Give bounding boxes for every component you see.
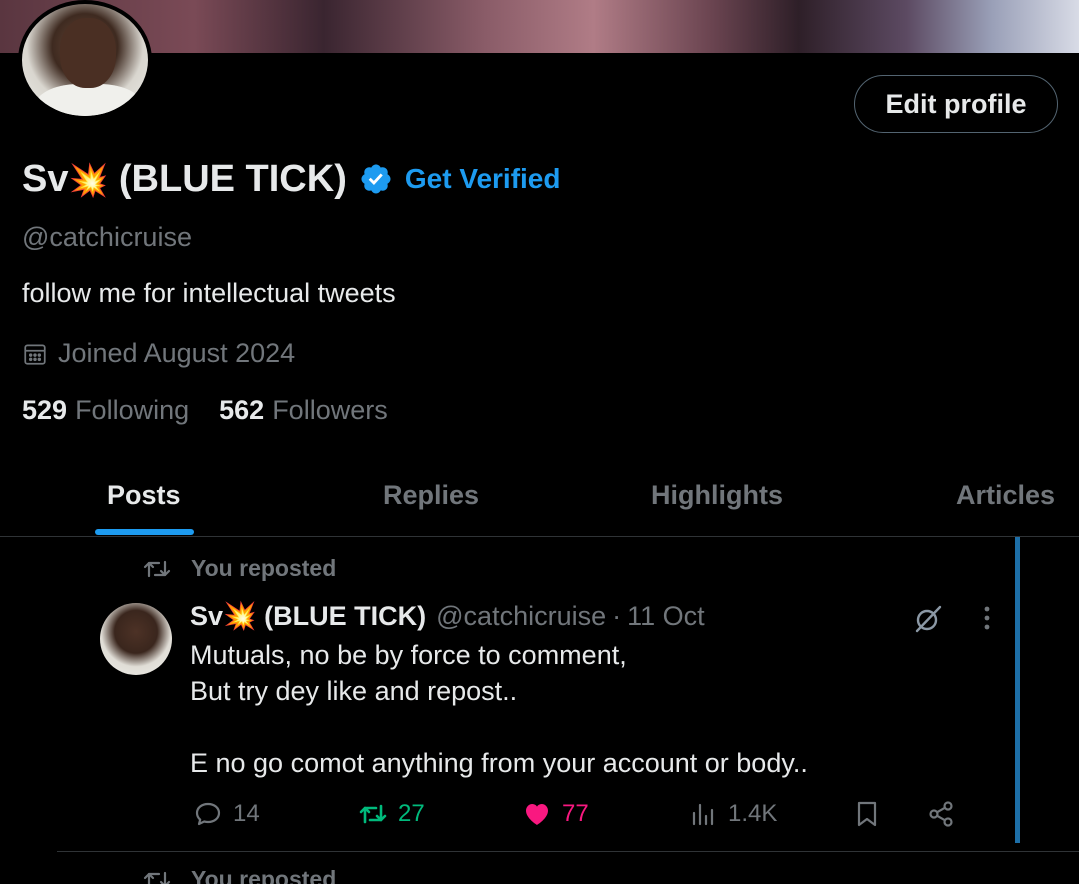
follow-stats: 529 Following 562 Followers — [22, 395, 388, 426]
repost-label: You reposted — [191, 555, 337, 581]
following-link[interactable]: 529 Following — [22, 395, 189, 426]
reply-icon — [195, 802, 221, 826]
bookmark-button[interactable] — [852, 799, 892, 829]
share-button[interactable] — [926, 799, 966, 829]
repost-label: You reposted — [191, 866, 337, 884]
post-separator: · — [612, 600, 622, 631]
get-verified-link[interactable]: Get Verified — [405, 163, 561, 195]
heart-icon — [526, 804, 548, 825]
post-text-line: Mutuals, no be by force to comment, — [190, 640, 627, 670]
post-text-line: But try dey like and repost.. — [190, 676, 518, 706]
post-divider — [57, 851, 1079, 852]
post-text-line: E no go comot anything from your account… — [190, 748, 808, 778]
more-options-icon[interactable] — [976, 603, 998, 633]
reply-count: 14 — [233, 800, 260, 827]
grok-icon[interactable] — [912, 603, 944, 635]
post-actions: 14 27 77 1.4K — [0, 799, 1079, 835]
post-author-avatar[interactable] — [100, 603, 172, 675]
repost-icon — [143, 560, 171, 577]
post-author-handle[interactable]: @catchicruise — [436, 601, 606, 632]
active-tab-indicator — [95, 529, 194, 535]
next-repost-indicator: You reposted — [143, 866, 336, 884]
profile-avatar[interactable] — [18, 0, 152, 120]
profile-handle: @catchicruise — [22, 222, 192, 252]
calendar-icon — [24, 343, 46, 365]
profile-bio: follow me for intellectual tweets — [22, 278, 396, 308]
views-icon — [692, 803, 714, 826]
post-header: Sv💥 (BLUE TICK) @catchicruise · 11 Oct — [190, 600, 705, 632]
profile-name-row: Sv💥 (BLUE TICK) Get Verified — [22, 155, 560, 203]
bookmark-icon — [857, 801, 877, 827]
verified-badge-icon[interactable] — [359, 162, 393, 196]
post-timestamp[interactable]: 11 Oct — [627, 601, 705, 632]
profile-banner[interactable] — [0, 0, 1079, 53]
profile-tabs: Posts Replies Highlights Articles — [0, 455, 1079, 537]
post-item[interactable]: You reposted Sv💥 (BLUE TICK) @catchicrui… — [0, 537, 1079, 852]
followers-link[interactable]: 562 Followers — [219, 395, 388, 426]
tab-highlights[interactable]: Highlights — [651, 480, 783, 511]
display-name: Sv💥 (BLUE TICK) — [22, 157, 347, 200]
post-text: Mutuals, no be by force to comment, But … — [190, 637, 808, 781]
views-button[interactable]: 1.4K — [688, 799, 777, 829]
repost-button[interactable]: 27 — [358, 799, 425, 829]
joined-text: Joined August 2024 — [58, 338, 296, 368]
post-author-name[interactable]: Sv💥 (BLUE TICK) — [190, 600, 426, 632]
reply-button[interactable]: 14 — [193, 799, 260, 829]
share-icon — [929, 801, 953, 827]
tab-posts[interactable]: Posts — [107, 480, 181, 511]
repost-indicator: You reposted — [143, 555, 336, 582]
repost-icon — [143, 871, 171, 884]
joined-date: Joined August 2024 — [22, 338, 295, 369]
like-button[interactable]: 77 — [522, 799, 589, 829]
tab-replies[interactable]: Replies — [383, 480, 479, 511]
views-count: 1.4K — [728, 800, 778, 827]
post-highlight-bar — [1015, 537, 1020, 843]
edit-profile-button[interactable]: Edit profile — [854, 75, 1058, 133]
repost-icon — [359, 804, 387, 824]
like-count: 77 — [562, 800, 589, 827]
repost-count: 27 — [398, 800, 425, 827]
post-text-line — [190, 709, 808, 745]
tab-articles[interactable]: Articles — [956, 480, 1055, 511]
